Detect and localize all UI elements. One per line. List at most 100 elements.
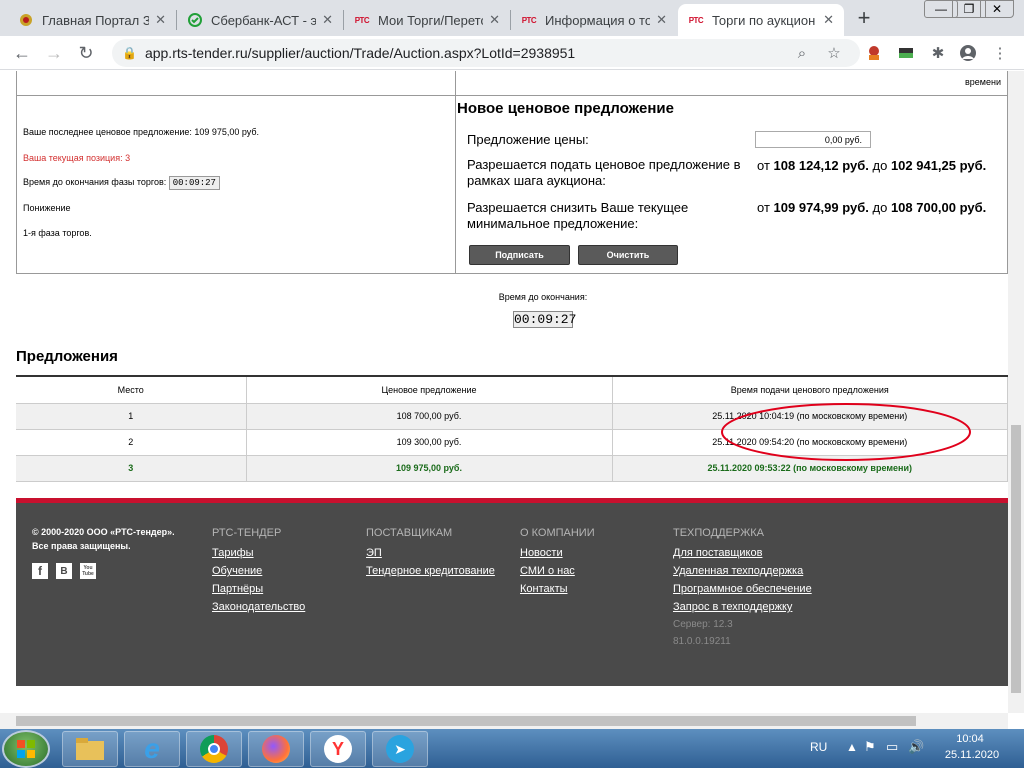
close-icon[interactable]: ✕ — [322, 12, 333, 28]
back-arrow-icon[interactable]: ← — [10, 41, 34, 65]
new-offer-title: Новое ценовое предложение — [457, 100, 674, 117]
star-bookmark-icon[interactable]: ☆ — [824, 43, 844, 63]
tab-5-active[interactable]: РТС Торги по аукцион ✕ — [678, 4, 844, 36]
footer-link[interactable]: Законодательство — [212, 601, 305, 613]
language-indicator[interactable]: RU — [810, 740, 827, 754]
zoom-search-icon[interactable]: ⌕ — [792, 43, 812, 63]
sign-button[interactable]: Подписать — [469, 245, 570, 265]
server-info: Сервер: 12.3 — [673, 619, 733, 630]
footer-heading: О КОМПАНИИ — [520, 527, 595, 539]
extension-flag-icon[interactable] — [896, 43, 916, 63]
step-to: 102 941,25 руб. — [890, 158, 987, 173]
price-label: Предложение цены: — [467, 132, 589, 147]
step-from-word: от — [757, 158, 770, 173]
clock-date[interactable]: 25.11.2020 — [940, 749, 1004, 761]
chrome-icon[interactable] — [186, 731, 242, 767]
menu-kebab-icon[interactable]: ⋮ — [990, 43, 1010, 63]
start-button-windows-icon[interactable] — [2, 730, 50, 768]
reduce-from-word: от — [757, 200, 770, 215]
yandex-browser-icon[interactable]: Y — [310, 731, 366, 767]
close-icon[interactable]: ✕ — [489, 12, 500, 28]
footer-heading: РТС-ТЕНДЕР — [212, 527, 282, 539]
network-icon[interactable]: ▭ — [886, 739, 898, 755]
extension-avatar-icon[interactable] — [864, 43, 884, 63]
rts-icon: РТС — [354, 15, 370, 25]
table-header-row: Место Ценовое предложение Время подачи ц… — [16, 375, 1008, 404]
footer-link[interactable]: Обучение — [212, 565, 305, 577]
price-cell: 109 300,00 руб. — [246, 429, 613, 456]
close-icon[interactable]: ✕ — [823, 12, 834, 28]
puzzle-extensions-icon[interactable]: ✱ — [928, 43, 948, 63]
rts-icon: РТС — [688, 15, 704, 25]
file-explorer-icon[interactable] — [62, 731, 118, 767]
footer-link[interactable]: Новости — [520, 547, 595, 559]
lock-icon: 🔒 — [122, 46, 137, 60]
price-cell: 109 975,00 руб. — [246, 455, 613, 482]
tab-title: Главная Портал За — [42, 12, 150, 28]
footer-link[interactable]: Для поставщиков — [673, 547, 812, 559]
offers-title: Предложения — [16, 348, 118, 365]
step-to-word: до — [872, 158, 888, 173]
windows-taskbar: e Y ➤ RU ▲ ⚑ ▭ 🔊 10:04 25.11.2020 — [0, 729, 1024, 768]
clock-time[interactable]: 10:04 — [940, 733, 1000, 745]
telegram-icon[interactable]: ➤ — [372, 731, 428, 767]
tray-flag-icon[interactable]: ⚑ — [864, 739, 876, 755]
countdown-label: Время до окончания: — [498, 292, 588, 302]
address-bar[interactable]: 🔒 app.rts-tender.ru/supplier/auction/Tra… — [112, 39, 860, 67]
phase-time-label: Время до окончания фазы торгов: — [23, 177, 167, 187]
reduce-label: Разрешается снизить Ваше текущее минимал… — [467, 200, 689, 231]
reduce-to: 108 700,00 руб. — [890, 200, 987, 215]
footer-link[interactable]: Удаленная техподдержка — [673, 565, 812, 577]
close-icon[interactable]: ✕ — [155, 12, 166, 28]
footer-link[interactable]: Тарифы — [212, 547, 305, 559]
reload-icon[interactable]: ↻ — [74, 41, 98, 65]
window-close-icon[interactable]: ✕ — [980, 0, 1014, 18]
tab-3[interactable]: РТС Мои Торги/Перето ✕ — [344, 4, 510, 36]
vk-icon[interactable]: В — [56, 563, 72, 579]
footer-link[interactable]: Контакты — [520, 583, 595, 595]
firefox-icon[interactable] — [248, 731, 304, 767]
tab-1[interactable]: Главная Портал За ✕ — [8, 4, 176, 36]
facebook-icon[interactable]: f — [32, 563, 48, 579]
footer-link[interactable]: Программное обеспечение — [673, 583, 812, 595]
site-footer: © 2000-2020 ООО «РТС-тендер». Все права … — [16, 498, 1008, 686]
horizontal-scroll-thumb[interactable] — [16, 716, 916, 726]
tab-title: Мои Торги/Перето — [378, 12, 484, 28]
close-icon[interactable]: ✕ — [656, 12, 667, 28]
column-header: Место — [16, 375, 247, 404]
forward-arrow-icon[interactable]: → — [42, 41, 66, 65]
tab-title: Торги по аукцион — [712, 12, 816, 28]
rts-icon: РТС — [521, 15, 537, 25]
copyright-line-1: © 2000-2020 ООО «РТС-тендер». — [32, 527, 175, 537]
url-text: app.rts-tender.ru/supplier/auction/Trade… — [144, 45, 576, 61]
tab-title: Сбербанк-АСТ - эл — [211, 12, 317, 28]
tab-2[interactable]: Сбербанк-АСТ - эл ✕ — [177, 4, 343, 36]
step-from: 108 124,12 руб. — [773, 158, 869, 173]
place-cell: 2 — [16, 429, 247, 456]
browser-tab-bar: Главная Портал За ✕ Сбербанк-АСТ - эл ✕ … — [0, 0, 1024, 36]
place-cell: 3 — [16, 455, 247, 482]
footer-link[interactable]: Партнёры — [212, 583, 305, 595]
footer-link[interactable]: ЭП — [366, 547, 495, 559]
youtube-icon[interactable]: You Tube — [80, 563, 96, 579]
footer-link[interactable]: Запрос в техподдержку — [673, 601, 812, 613]
phase-time-row: Время до окончания фазы торгов: 00:09:27 — [23, 176, 220, 190]
clear-button[interactable]: Очистить — [578, 245, 678, 265]
footer-link[interactable]: СМИ о нас — [520, 565, 595, 577]
volume-icon[interactable]: 🔊 — [908, 739, 924, 755]
vertical-scroll-thumb[interactable] — [1011, 425, 1021, 693]
tab-title: Информация о тор — [545, 12, 651, 28]
profile-icon[interactable] — [958, 43, 978, 63]
footer-link[interactable]: Тендерное кредитование — [366, 565, 495, 577]
sber-icon — [187, 12, 203, 28]
new-tab-plus-icon[interactable]: + — [852, 4, 876, 32]
reduce-from: 109 974,99 руб. — [773, 200, 869, 215]
price-cell: 108 700,00 руб. — [246, 403, 613, 430]
tab-4[interactable]: РТС Информация о тор ✕ — [511, 4, 677, 36]
tray-arrow-icon[interactable]: ▲ — [846, 740, 858, 754]
browser-toolbar: ← → ↻ 🔒 app.rts-tender.ru/supplier/aucti… — [0, 36, 1024, 70]
last-offer-text: Ваше последнее ценовое предложение: 109 … — [23, 127, 260, 137]
internet-explorer-icon[interactable]: e — [124, 731, 180, 767]
red-highlight-annotation — [721, 403, 971, 461]
price-input[interactable]: 0,00 руб. — [755, 131, 871, 148]
